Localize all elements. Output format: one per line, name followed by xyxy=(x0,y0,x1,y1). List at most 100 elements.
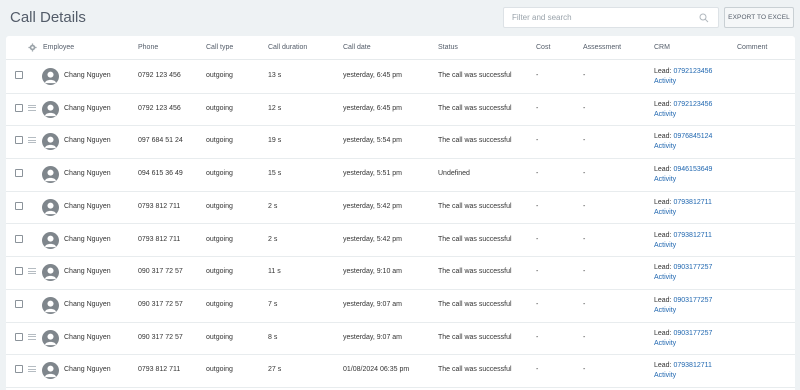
row-checkbox[interactable] xyxy=(15,365,23,374)
call-duration: 2 s xyxy=(268,235,278,243)
crm-cell: Lead: 0793812711 Activity xyxy=(654,231,712,251)
table-row[interactable]: Chang Nguyen 090 317 72 57 outgoing 11 s yes… xyxy=(6,257,795,290)
call-assessment: - xyxy=(583,170,586,178)
lead-link[interactable]: 0903177257 xyxy=(673,330,712,337)
lead-label: Lead: xyxy=(654,68,672,75)
table-row[interactable]: Chang Nguyen 0792 123 456 outgoing 12 s yest… xyxy=(6,94,795,127)
activity-link[interactable]: Activity xyxy=(654,209,676,216)
activity-link[interactable]: Activity xyxy=(654,143,676,150)
row-menu-icon[interactable] xyxy=(28,137,36,144)
column-header-assessment[interactable]: Assessment xyxy=(583,44,621,51)
row-checkbox[interactable] xyxy=(15,332,23,341)
user-icon xyxy=(45,365,56,378)
crm-cell: Lead: 0903177257 Activity xyxy=(654,296,712,316)
activity-link[interactable]: Activity xyxy=(654,176,676,183)
column-header-cost[interactable]: Cost xyxy=(536,44,550,51)
column-header-crm[interactable]: CRM xyxy=(654,44,670,51)
lead-link[interactable]: 0976845124 xyxy=(673,133,712,140)
employee-name: Chang Nguyen xyxy=(64,333,111,341)
gear-icon[interactable] xyxy=(28,43,37,52)
row-checkbox[interactable] xyxy=(15,103,23,112)
employee-name: Chang Nguyen xyxy=(64,72,111,79)
lead-label: Lead: xyxy=(654,362,672,370)
lead-link[interactable]: 0793812711 xyxy=(673,362,711,369)
activity-link[interactable]: Activity xyxy=(654,307,676,314)
phone-number: 0793 812 711 xyxy=(138,235,181,243)
table-row[interactable]: Chang Nguyen 097 684 51 24 outgoing 19 s yes… xyxy=(6,126,795,160)
table-row[interactable]: Chang Nguyen 090 317 72 57 outgoing 7 s yest… xyxy=(6,290,795,323)
row-checkbox[interactable] xyxy=(15,71,23,79)
row-checkbox[interactable] xyxy=(15,169,23,178)
row-menu-icon[interactable] xyxy=(28,333,36,340)
lead-link[interactable]: 0793812711 xyxy=(673,232,711,239)
column-header-comment[interactable]: Comment xyxy=(737,44,767,51)
call-duration: 15 s xyxy=(268,170,282,178)
activity-link[interactable]: Activity xyxy=(654,340,676,347)
call-cost: - xyxy=(536,268,539,276)
table-row[interactable]: Chang Nguyen 0793 812 711 outgoing 27 s 01/0… xyxy=(6,355,795,388)
row-menu-icon[interactable] xyxy=(28,366,36,373)
call-cost: - xyxy=(536,300,539,308)
column-header-employee[interactable]: Employee xyxy=(43,44,74,51)
table-row[interactable]: Chang Nguyen 0793 812 711 outgoing 2 s yeste… xyxy=(6,192,795,225)
column-header-call-date[interactable]: Call date xyxy=(343,44,371,51)
activity-link[interactable]: Activity xyxy=(654,111,676,118)
table-row[interactable]: Chang Nguyen 090 317 72 57 outgoing 8 s yest… xyxy=(6,323,795,356)
call-duration: 8 s xyxy=(268,333,278,341)
call-assessment: - xyxy=(583,366,586,374)
lead-link[interactable]: 0903177257 xyxy=(673,297,712,304)
row-menu-icon[interactable] xyxy=(28,268,36,275)
user-icon xyxy=(45,169,56,182)
lead-link[interactable]: 0903177257 xyxy=(673,264,712,271)
avatar xyxy=(42,362,59,380)
call-cost: - xyxy=(536,72,539,79)
column-header-call-duration[interactable]: Call duration xyxy=(268,44,307,51)
search-icon[interactable] xyxy=(699,13,709,23)
row-checkbox[interactable] xyxy=(15,299,23,308)
activity-link[interactable]: Activity xyxy=(654,242,676,249)
lead-label: Lead: xyxy=(654,296,672,304)
row-menu-icon[interactable] xyxy=(28,104,36,111)
call-date: yesterday, 9:07 am xyxy=(343,300,403,308)
export-to-excel-button[interactable]: EXPORT TO EXCEL xyxy=(724,7,794,28)
phone-number: 0792 123 456 xyxy=(138,72,181,79)
lead-label: Lead: xyxy=(654,133,672,141)
activity-link[interactable]: Activity xyxy=(654,274,676,281)
call-duration: 12 s xyxy=(268,104,282,112)
row-checkbox[interactable] xyxy=(15,267,23,276)
call-type: outgoing xyxy=(206,72,233,79)
row-checkbox[interactable] xyxy=(15,201,23,210)
avatar xyxy=(42,231,59,249)
call-assessment: - xyxy=(583,235,586,243)
call-duration: 19 s xyxy=(268,137,282,145)
crm-cell: Lead: 0946153649 Activity xyxy=(654,165,712,185)
activity-link[interactable]: Activity xyxy=(654,78,676,85)
table-row[interactable]: Chang Nguyen 0792 123 456 outgoing 13 s yest… xyxy=(6,61,795,94)
search-box[interactable] xyxy=(503,7,719,28)
lead-link[interactable]: 0792123456 xyxy=(673,68,712,75)
search-input[interactable] xyxy=(512,13,692,22)
call-status: The call was successful xyxy=(438,104,512,112)
crm-cell: Lead: 0792123456 Activity xyxy=(654,100,712,120)
lead-link[interactable]: 0792123456 xyxy=(673,101,712,108)
call-date: yesterday, 9:10 am xyxy=(343,268,403,276)
crm-cell: Lead: 0792123456 Activity xyxy=(654,67,712,87)
row-checkbox[interactable] xyxy=(15,136,23,145)
activity-link[interactable]: Activity xyxy=(654,372,676,379)
lead-link[interactable]: 0793812711 xyxy=(673,199,711,206)
column-header-status[interactable]: Status xyxy=(438,44,458,51)
table-row[interactable]: Chang Nguyen 094 615 36 49 outgoing 15 s yes… xyxy=(6,159,795,192)
table-row[interactable]: Chang Nguyen 0793 812 711 outgoing 2 s yeste… xyxy=(6,225,795,258)
lead-link[interactable]: 0946153649 xyxy=(673,166,712,173)
call-details-table: Employee Phone Call type Call duration C… xyxy=(6,36,795,390)
column-header-call-type[interactable]: Call type xyxy=(206,44,233,51)
phone-number: 0792 123 456 xyxy=(138,104,181,112)
row-checkbox[interactable] xyxy=(15,234,23,243)
column-header-phone[interactable]: Phone xyxy=(138,44,158,51)
call-status: The call was successful xyxy=(438,268,512,276)
call-status: The call was successful xyxy=(438,366,512,374)
call-date: yesterday, 6:45 pm xyxy=(343,104,403,112)
avatar xyxy=(42,133,59,151)
call-type: outgoing xyxy=(206,366,233,374)
page-title: Call Details xyxy=(10,9,86,26)
